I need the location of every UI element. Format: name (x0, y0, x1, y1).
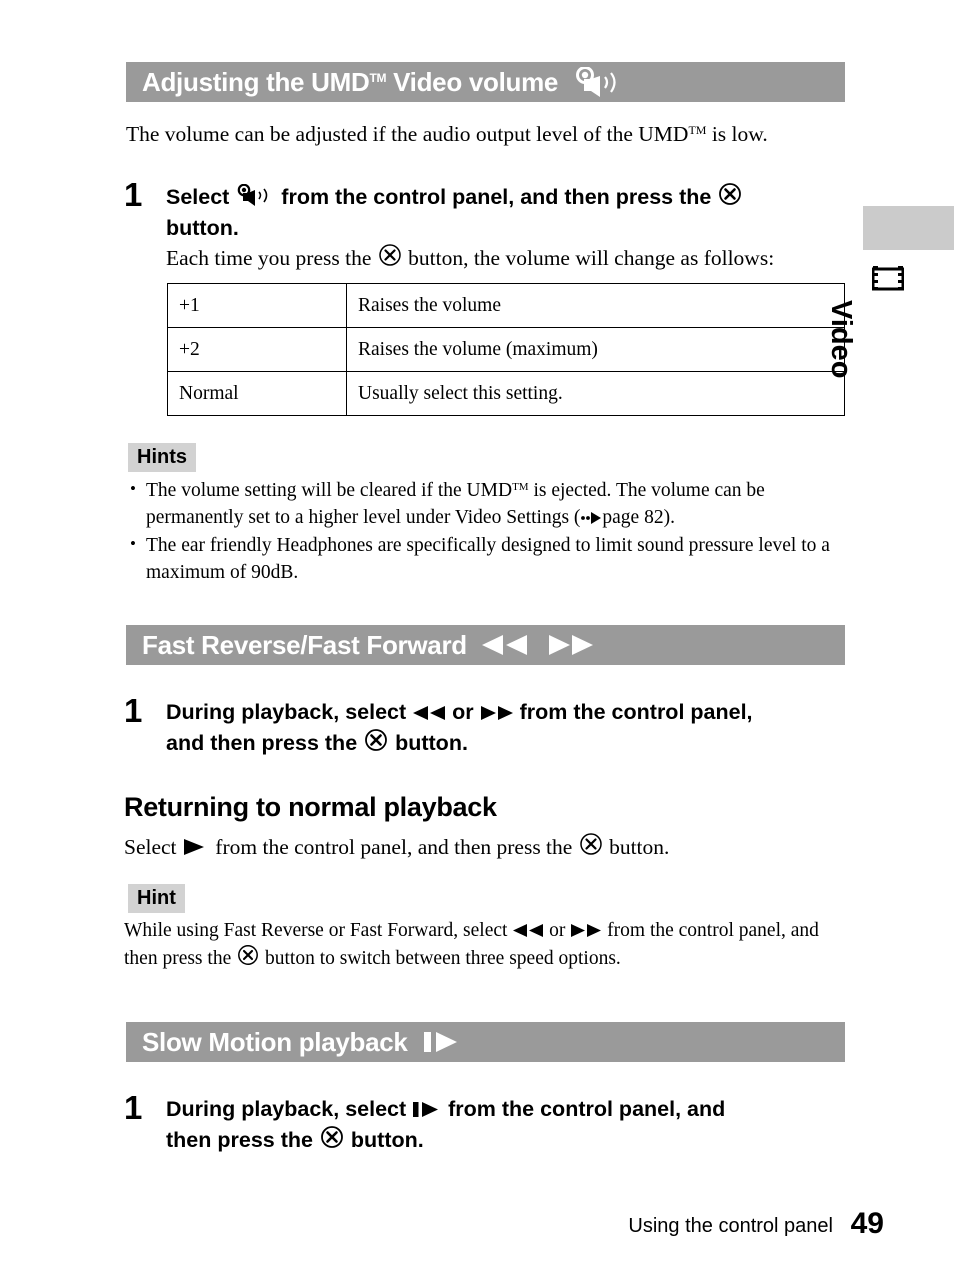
table-cell-setting: +2 (167, 327, 347, 372)
footer-section-name: Using the control panel (628, 1215, 833, 1237)
step-instruction-volume: Select from the control panel, and then … (166, 182, 846, 243)
section-title-slow-motion: Slow Motion playback (142, 1027, 408, 1057)
play-icon (182, 838, 210, 856)
speaker-volume-icon (572, 67, 628, 97)
volume-step-detail: Each time you press the button, the volu… (166, 243, 856, 272)
page-number: 49 (850, 1207, 884, 1240)
table-row: +2 Raises the volume (maximum) (167, 327, 845, 372)
list-item: The volume setting will be cleared if th… (128, 477, 843, 532)
cross-button-icon (236, 944, 260, 966)
table-cell-description: Raises the volume (maximum) (346, 327, 845, 372)
speaker-volume-icon (235, 184, 275, 206)
section-header-icons (422, 1031, 462, 1053)
hints-list: The volume setting will be cleared if th… (128, 477, 843, 588)
fast-forward-icon (547, 634, 595, 656)
step-number-fast: 1 (124, 692, 143, 729)
fast-reverse-icon (512, 923, 544, 938)
fast-reverse-icon (481, 634, 529, 656)
cross-button-icon (578, 832, 604, 856)
manual-page: Adjusting the UMDTM Video volume The vol… (0, 0, 954, 1285)
section-title-fast-reverse-forward: Fast Reverse/Fast Forward (142, 630, 467, 660)
step-instruction-fast: During playback, select or from the cont… (166, 700, 753, 755)
cross-button-icon (717, 182, 743, 206)
hint-badge: Hint (128, 884, 185, 913)
step-instruction-slow-motion: During playback, select from the control… (166, 1097, 726, 1152)
cross-button-icon (377, 243, 403, 267)
cross-button-icon (363, 728, 389, 752)
fast-forward-icon (480, 705, 514, 721)
table-row: Normal Usually select this setting. (167, 371, 845, 416)
fast-reverse-icon (412, 705, 446, 721)
section-header-icons (481, 634, 595, 656)
volume-settings-table: +1 Raises the volume +2 Raises the volum… (167, 283, 845, 416)
slow-motion-icon (412, 1101, 442, 1118)
table-row: +1 Raises the volume (167, 283, 845, 328)
section-header-icons (572, 67, 628, 97)
hint-paragraph-fast: While using Fast Reverse or Fast Forward… (124, 920, 819, 970)
step-number-slow-motion: 1 (124, 1089, 143, 1126)
page-reference-arrow-icon (580, 511, 602, 525)
hints-badge: Hints (128, 443, 196, 472)
volume-intro-paragraph: The volume can be adjusted if the audio … (126, 122, 768, 146)
table-body: +1 Raises the volume +2 Raises the volum… (167, 283, 845, 416)
returning-paragraph: Select from the control panel, and then … (124, 832, 844, 861)
slow-motion-icon (422, 1031, 462, 1053)
section-title-volume: Adjusting the UMDTM Video volume (142, 67, 559, 97)
list-item: The ear friendly Headphones are specific… (128, 532, 843, 587)
side-tab-block (863, 206, 954, 250)
step-number-volume: 1 (124, 176, 143, 213)
section-header-slow-motion: Slow Motion playback (126, 1022, 845, 1062)
table-cell-description: Raises the volume (346, 283, 845, 328)
table-cell-setting: +1 (167, 283, 347, 328)
subheading-returning-to-normal-playback: Returning to normal playback (124, 792, 497, 822)
section-header-fast-reverse-forward: Fast Reverse/Fast Forward (126, 625, 845, 665)
fast-forward-icon (570, 923, 602, 938)
table-cell-setting: Normal (167, 371, 347, 416)
table-cell-description: Usually select this setting. (346, 371, 845, 416)
film-strip-icon (871, 265, 905, 298)
cross-button-icon (319, 1125, 345, 1149)
side-tab-label: Video (825, 300, 857, 379)
section-header-volume: Adjusting the UMDTM Video volume (126, 62, 845, 102)
